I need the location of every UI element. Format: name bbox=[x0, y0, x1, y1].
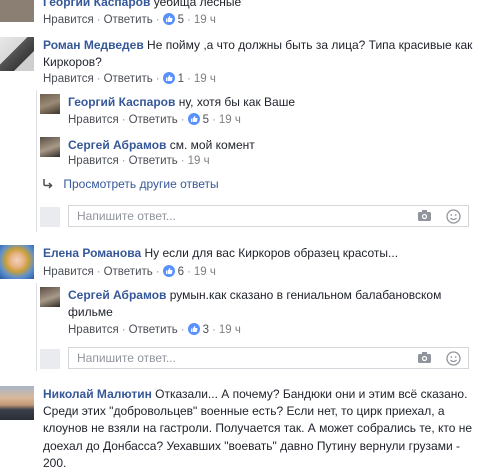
reply-text: ну, хотя бы как Ваше bbox=[178, 95, 296, 109]
like-link[interactable]: Нравится bbox=[68, 155, 119, 167]
comment-time[interactable]: 19 ч bbox=[194, 14, 216, 26]
comment-text: уебища лесные bbox=[153, 0, 242, 9]
camera-icon[interactable] bbox=[417, 209, 432, 226]
comment-actions: Нравится · Ответить · 1 · 19 ч bbox=[43, 72, 216, 85]
comment-text: Ну если для вас Киркоров образец красоты… bbox=[144, 246, 399, 260]
reply-text: см. мой комент bbox=[169, 138, 255, 152]
comment-actions: Нравится · Ответить · 5 · 19 ч bbox=[43, 13, 216, 26]
reply-link[interactable]: Ответить bbox=[129, 324, 178, 336]
reply-1b: Сергей Абрамов см. мой комент bbox=[68, 138, 255, 152]
thumbs-up-icon[interactable] bbox=[162, 72, 175, 84]
comment-1: Роман Медведев Не пойму ,а что должны бы… bbox=[43, 37, 483, 71]
reply-link[interactable]: Ответить bbox=[104, 14, 153, 26]
my-avatar bbox=[40, 349, 60, 369]
smiley-icon[interactable] bbox=[446, 351, 461, 369]
reply-actions: Нравится · Ответить · 19 ч bbox=[68, 155, 210, 167]
reply-author[interactable]: Георгий Каспаров bbox=[68, 95, 175, 109]
avatar-georgy-top[interactable] bbox=[0, 0, 34, 22]
thread-line bbox=[36, 90, 37, 232]
reply-actions: Нравится · Ответить · 5 · 19 ч bbox=[68, 113, 241, 126]
smiley-icon[interactable] bbox=[446, 209, 461, 227]
camera-icon[interactable] bbox=[417, 351, 432, 368]
avatar-roman[interactable] bbox=[0, 37, 34, 71]
reply-input[interactable] bbox=[77, 351, 397, 365]
thumbs-up-icon[interactable] bbox=[162, 13, 175, 25]
view-more-replies[interactable]: Просмотреть другие ответы bbox=[42, 177, 219, 193]
reply-time[interactable]: 19 ч bbox=[219, 324, 241, 336]
comment-author[interactable]: Елена Романова bbox=[43, 246, 141, 260]
comment-author[interactable]: Николай Малютин bbox=[43, 387, 152, 401]
thumbs-up-icon[interactable] bbox=[187, 323, 200, 335]
like-link[interactable]: Нравится bbox=[68, 324, 119, 336]
my-avatar bbox=[40, 207, 60, 227]
comment-text-line2: Среди этих "добровольцев" военные есть? … bbox=[43, 404, 445, 419]
like-link[interactable]: Нравится bbox=[43, 266, 94, 278]
like-link[interactable]: Нравится bbox=[43, 73, 94, 85]
thread-line bbox=[36, 283, 37, 371]
reply-link[interactable]: Ответить bbox=[104, 266, 153, 278]
comment-author[interactable]: Роман Медведев bbox=[43, 38, 144, 52]
reply-input[interactable] bbox=[77, 209, 397, 223]
like-link[interactable]: Нравится bbox=[68, 114, 119, 126]
comment-3: Николай Малютин Отказали... А почему? Ба… bbox=[43, 386, 493, 472]
comment-text-line1: Не пойму ,а что должны быть за лица? Тип… bbox=[147, 38, 473, 52]
reply-time[interactable]: 19 ч bbox=[188, 155, 210, 167]
reply-text-line1: румын.как сказано в гениальном балабанов… bbox=[169, 288, 442, 302]
comment-text-line4: доехал до Донбасса? Уехавших "воевать" д… bbox=[43, 438, 460, 453]
comment-text-line2: Киркоров? bbox=[43, 55, 102, 69]
reply-text-line2: фильме bbox=[68, 305, 113, 319]
avatar-georgy[interactable] bbox=[40, 94, 60, 114]
comment-time[interactable]: 19 ч bbox=[194, 266, 216, 278]
reply-author[interactable]: Сергей Абрамов bbox=[68, 138, 166, 152]
avatar-sergey[interactable] bbox=[40, 287, 60, 307]
thumbs-up-icon[interactable] bbox=[187, 113, 200, 125]
reply-actions: Нравится · Ответить · 3 · 19 ч bbox=[68, 323, 241, 336]
comment-2: Елена Романова Ну если для вас Киркоров … bbox=[43, 246, 398, 260]
reply-link[interactable]: Ответить bbox=[129, 114, 178, 126]
avatar-elena[interactable] bbox=[0, 245, 34, 279]
comment-text-line3: клоунов не взяли на гастроли. Получается… bbox=[43, 421, 473, 436]
comment-text-line1: Отказали... А почему? Бандюки они и этим… bbox=[155, 387, 468, 401]
comment-author[interactable]: Георгий Каспаров bbox=[43, 0, 150, 9]
reply-box bbox=[68, 205, 469, 227]
reply-link[interactable]: Ответить bbox=[104, 73, 153, 85]
reply-box bbox=[68, 347, 469, 369]
thumbs-up-icon[interactable] bbox=[162, 265, 175, 277]
comment-text-line5: 200. bbox=[43, 455, 67, 470]
reply-1a: Георгий Каспаров ну, хотя бы как Ваше bbox=[68, 95, 295, 109]
reply-author[interactable]: Сергей Абрамов bbox=[68, 288, 166, 302]
comment-actions: Нравится · Ответить · 6 · 19 ч bbox=[43, 265, 216, 278]
reply-2a: Сергей Абрамов румын.как сказано в гениа… bbox=[68, 287, 478, 321]
avatar-sergey[interactable] bbox=[40, 137, 60, 157]
view-more-label[interactable]: Просмотреть другие ответы bbox=[63, 177, 218, 191]
like-link[interactable]: Нравится bbox=[43, 14, 94, 26]
reply-time[interactable]: 19 ч bbox=[219, 114, 241, 126]
comment-0: Георгий Каспаров уебища лесные bbox=[43, 0, 241, 9]
avatar-nikolay[interactable] bbox=[0, 386, 34, 420]
reply-arrow-icon bbox=[42, 178, 54, 193]
reply-link[interactable]: Ответить bbox=[129, 155, 178, 167]
comment-time[interactable]: 19 ч bbox=[194, 73, 216, 85]
